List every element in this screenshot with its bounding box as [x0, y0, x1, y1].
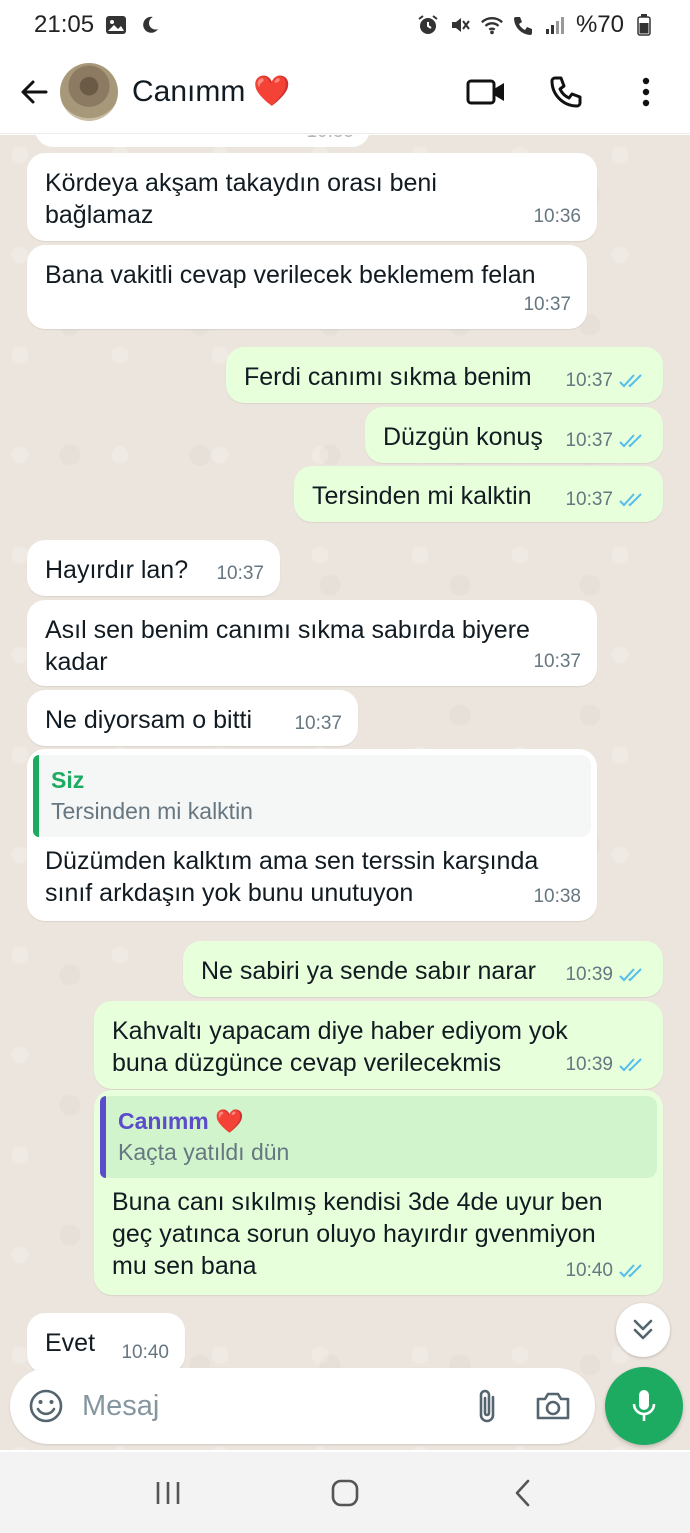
message-outgoing[interactable]: Kahvaltı yapacam diye haber ediyom yok b…: [94, 1001, 663, 1089]
message-time: 10:36: [533, 206, 581, 227]
gallery-notification-icon: [104, 13, 128, 37]
message-time: 10:40: [121, 1342, 169, 1363]
message-outgoing[interactable]: Düzgün konuş 10:37: [365, 407, 663, 463]
contact-avatar[interactable]: [60, 62, 118, 121]
message-time: 10:37: [565, 370, 613, 391]
message-time: 10:40: [565, 1260, 613, 1281]
message-incoming[interactable]: Bana vakitli cevap verilecek beklemem fe…: [27, 245, 587, 329]
emoji-icon: [29, 1389, 63, 1423]
double-check-icon: [619, 492, 647, 508]
double-check-icon: [619, 433, 647, 449]
message-time: 10:37: [294, 713, 342, 734]
quoted-message[interactable]: Siz Tersinden mi kalktin: [33, 755, 591, 837]
message-incoming[interactable]: Ne diyorsam o bitti 10:37: [27, 690, 358, 746]
alarm-icon: [416, 13, 440, 37]
message-text: Kahvaltı yapacam diye haber ediyom yok b…: [112, 1017, 568, 1077]
quote-text: Kaçta yatıldı dün: [118, 1139, 290, 1165]
message-text: Asıl sen benim canımı sıkma sabırda biye…: [45, 616, 530, 676]
message-incoming[interactable]: Asıl sen benim canımı sıkma sabırda biye…: [27, 600, 597, 686]
quote-text: Tersinden mi kalktin: [51, 798, 253, 824]
message-outgoing-reply[interactable]: Canımm ❤️ Kaçta yatıldı dün Buna canı sı…: [94, 1090, 663, 1295]
signal-icon: [544, 13, 568, 37]
mic-icon: [632, 1390, 656, 1421]
quoted-message[interactable]: Canımm ❤️ Kaçta yatıldı dün: [100, 1096, 657, 1178]
message-time: 10:39: [565, 964, 613, 985]
status-time: 21:05: [34, 11, 95, 38]
message-composer: [10, 1368, 595, 1444]
scroll-to-bottom-button[interactable]: [616, 1303, 670, 1357]
heart-emoji: ❤️: [253, 75, 291, 108]
message-text: Düzümden kalktım ama sen terssin karşınd…: [45, 847, 539, 907]
quote-bar: [100, 1096, 106, 1178]
phone-icon: [550, 76, 582, 107]
camera-button[interactable]: [531, 1384, 575, 1428]
camera-icon: [536, 1392, 570, 1420]
message-time: 10:37: [533, 651, 581, 672]
moon-icon: [138, 13, 162, 37]
double-check-icon: [619, 967, 647, 983]
double-check-icon: [619, 1057, 647, 1073]
message-incoming[interactable]: Hayırdır lan? 10:37: [27, 540, 280, 596]
message-incoming-reply[interactable]: Siz Tersinden mi kalktin Düzümden kalktı…: [27, 749, 597, 921]
message-outgoing[interactable]: Ferdi canımı sıkma benim 10:37: [226, 347, 663, 403]
paperclip-icon: [479, 1389, 495, 1423]
voice-call-button[interactable]: [544, 70, 588, 114]
quote-author: Siz: [51, 767, 85, 793]
message-outgoing[interactable]: Ne sabiri ya sende sabır narar 10:39: [183, 941, 663, 997]
chat-header: Canımm ❤️: [0, 50, 690, 134]
nav-recents-icon: [157, 1481, 180, 1504]
message-time: 10:37: [216, 563, 264, 584]
message-time: 10:39: [565, 1054, 613, 1075]
double-check-icon: [619, 373, 647, 389]
system-nav-bar: [0, 1452, 690, 1533]
voice-record-button[interactable]: [605, 1367, 683, 1445]
chevron-double-down-icon: [633, 1319, 653, 1340]
message-bubble-partial: 10:35: [35, 135, 370, 147]
message-time: 10:38: [533, 886, 581, 907]
battery-icon: [632, 13, 656, 37]
contact-name[interactable]: Canımm ❤️: [132, 74, 291, 109]
attach-button[interactable]: [465, 1384, 509, 1428]
nav-home-icon: [331, 1479, 359, 1506]
message-incoming[interactable]: Kördeya akşam takaydın orası beni bağlam…: [27, 153, 597, 241]
more-options-icon: [642, 77, 650, 106]
mute-icon: [448, 13, 472, 37]
wifi-icon: [480, 13, 504, 37]
message-outgoing[interactable]: Tersinden mi kalktin 10:37: [294, 466, 663, 522]
message-text: Buna canı sıkılmış kendisi 3de 4de uyur …: [112, 1188, 603, 1280]
back-arrow-icon: [21, 80, 48, 103]
nav-back-button[interactable]: [492, 1468, 552, 1518]
more-options-button[interactable]: [624, 70, 668, 114]
message-text: Kördeya akşam takaydın orası beni bağlam…: [45, 169, 437, 229]
back-button[interactable]: [10, 62, 58, 122]
message-time: 10:35: [306, 135, 354, 143]
chat-area[interactable]: 10:35 Kördeya akşam takaydın orası beni …: [0, 135, 690, 1450]
message-input[interactable]: [82, 1389, 465, 1423]
message-text: Bana vakitli cevap verilecek beklemem fe…: [45, 261, 536, 289]
double-check-icon: [619, 1263, 647, 1279]
video-call-button[interactable]: [464, 70, 508, 114]
message-time: 10:37: [565, 430, 613, 451]
video-call-icon: [466, 79, 504, 104]
wifi-call-icon: [512, 13, 536, 37]
nav-back-icon: [515, 1479, 529, 1506]
message-incoming[interactable]: Evet 10:40: [27, 1313, 185, 1373]
message-time: 10:37: [523, 294, 571, 315]
nav-home-button[interactable]: [315, 1468, 375, 1518]
emoji-button[interactable]: [24, 1384, 68, 1428]
message-time: 10:37: [565, 489, 613, 510]
quote-author: Canımm ❤️: [118, 1108, 244, 1134]
status-bar: 21:05 %70: [0, 0, 690, 50]
nav-recents-button[interactable]: [138, 1468, 198, 1518]
quote-bar: [33, 755, 39, 837]
contact-name-text: Canımm: [132, 74, 246, 108]
battery-percent: %70: [575, 11, 624, 38]
